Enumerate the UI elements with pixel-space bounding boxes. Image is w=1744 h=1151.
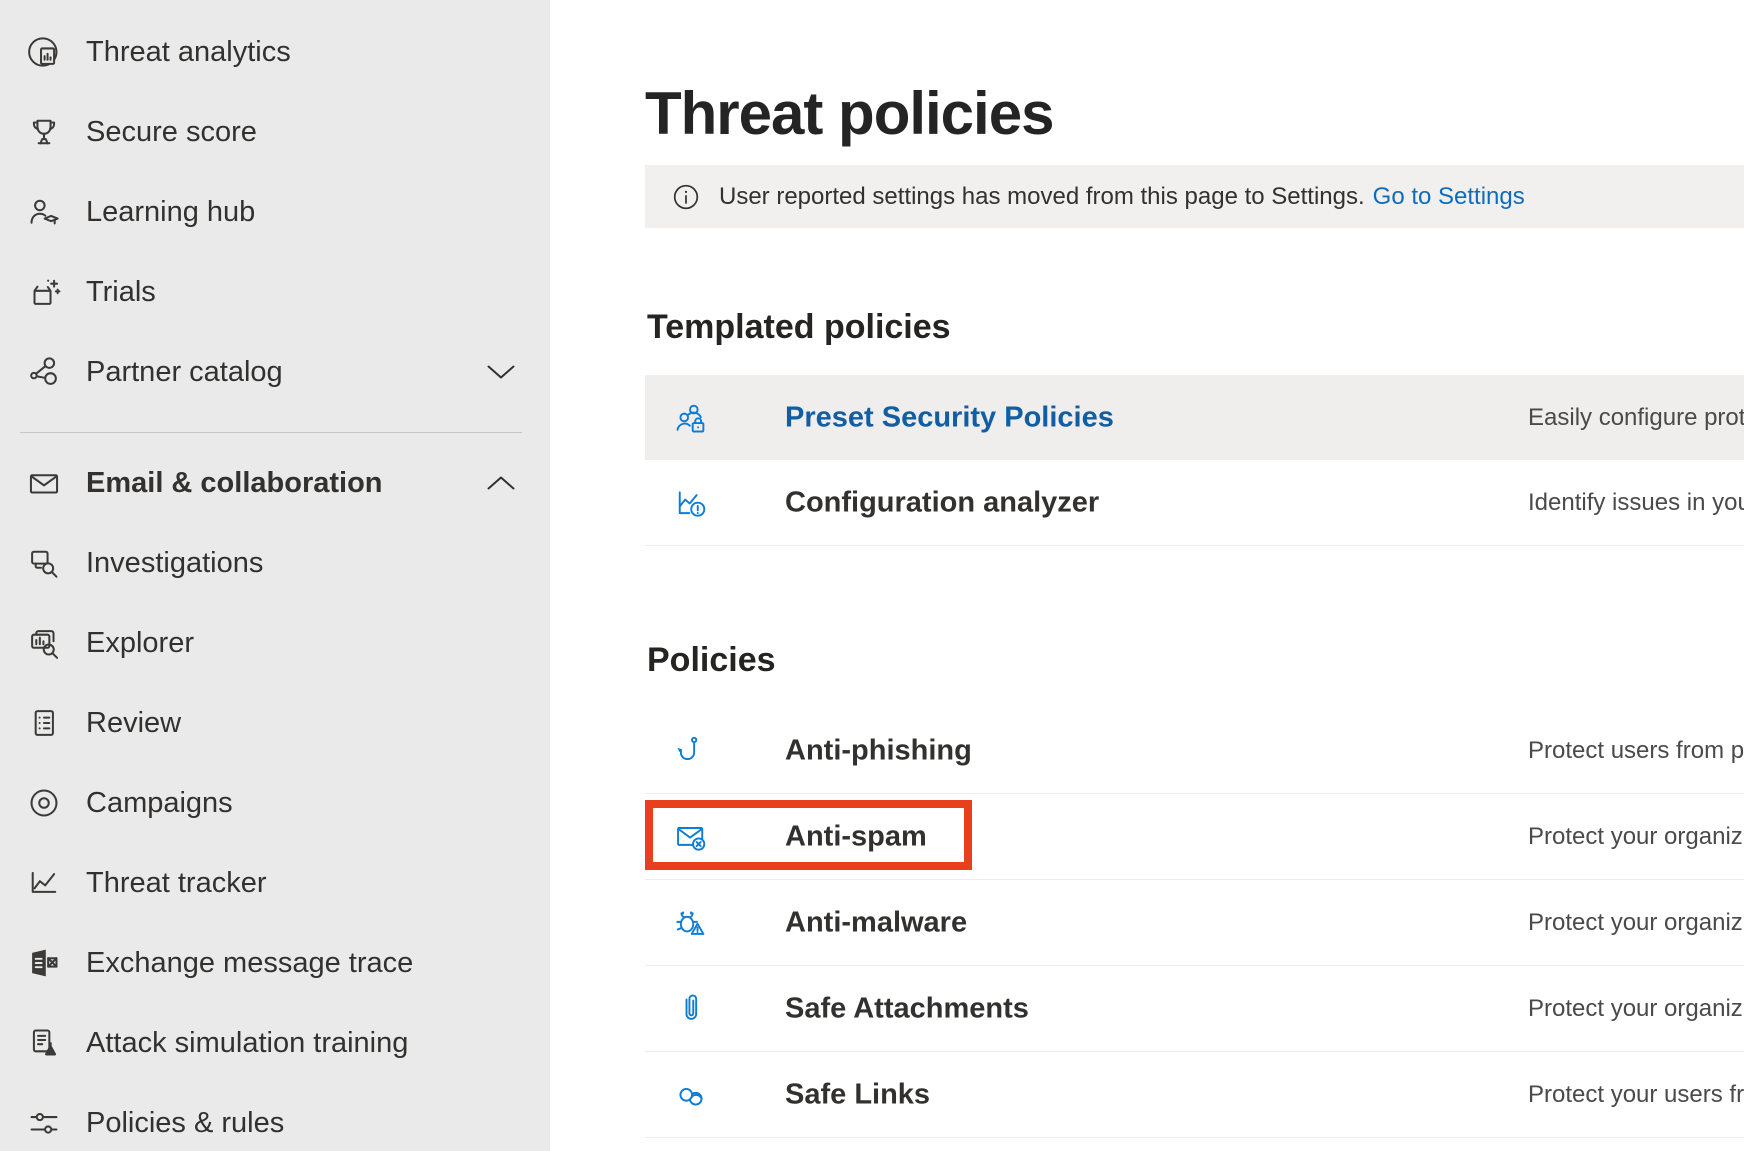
policy-description: Protect your organiz <box>1528 909 1744 937</box>
policy-description: Protect your organiz <box>1528 823 1744 851</box>
banner-message: User reported settings has moved from th… <box>719 183 1365 211</box>
sidebar-item-label: Investigations <box>86 547 263 580</box>
policy-title[interactable]: Preset Security Policies <box>785 401 1114 434</box>
go-to-settings-link[interactable]: Go to Settings <box>1373 183 1525 211</box>
list-item-preset-security-policies[interactable]: Preset Security Policies Easily configur… <box>645 375 1744 460</box>
chevron-up-icon[interactable] <box>486 475 516 491</box>
sidebar: Threat analytics Secure score Learning h… <box>0 0 550 1151</box>
sidebar-item-label: Attack simulation training <box>86 1027 408 1060</box>
policy-description: Protect your organiz <box>1528 995 1744 1023</box>
sidebar-item-attack-simulation-training[interactable]: Attack simulation training <box>0 1003 550 1083</box>
sidebar-item-learning-hub[interactable]: Learning hub <box>0 172 550 252</box>
sidebar-item-trials[interactable]: Trials <box>0 252 550 332</box>
sidebar-item-label: Email & collaboration <box>86 467 383 500</box>
sidebar-item-investigations[interactable]: Investigations <box>0 523 550 603</box>
main-content: Threat policies User reported settings h… <box>550 0 1744 1151</box>
safe-attachments-icon <box>673 991 709 1027</box>
threat-tracker-icon <box>24 863 64 903</box>
sidebar-item-label: Secure score <box>86 116 257 149</box>
sidebar-item-label: Threat tracker <box>86 867 267 900</box>
partner-catalog-icon <box>24 352 64 392</box>
policies-rules-icon <box>24 1103 64 1143</box>
sidebar-item-label: Partner catalog <box>86 356 283 389</box>
policy-title[interactable]: Configuration analyzer <box>785 486 1099 519</box>
learning-hub-icon <box>24 192 64 232</box>
info-icon <box>671 182 701 212</box>
review-icon <box>24 703 64 743</box>
sidebar-item-label: Threat analytics <box>86 36 291 69</box>
sidebar-item-label: Explorer <box>86 627 194 660</box>
exchange-icon <box>24 943 64 983</box>
sidebar-item-threat-analytics[interactable]: Threat analytics <box>0 12 550 92</box>
policy-description: Protect users from p <box>1528 737 1744 765</box>
list-item-configuration-analyzer[interactable]: Configuration analyzer Identify issues i… <box>645 460 1744 546</box>
secure-score-icon <box>24 112 64 152</box>
sidebar-item-label: Trials <box>86 276 156 309</box>
policies-list: Anti-phishing Protect users from p Anti-… <box>645 708 1744 1138</box>
investigations-icon <box>24 543 64 583</box>
attack-simulation-icon <box>24 1023 64 1063</box>
sidebar-item-label: Campaigns <box>86 787 233 820</box>
list-item-anti-malware[interactable]: Anti-malware Protect your organiz <box>645 880 1744 966</box>
sidebar-item-label: Learning hub <box>86 196 255 229</box>
safe-links-icon <box>673 1077 709 1113</box>
policy-title[interactable]: Safe Links <box>785 1078 930 1111</box>
page-title: Threat policies <box>645 76 1053 151</box>
preset-security-policies-icon <box>673 400 709 436</box>
sidebar-item-label: Exchange message trace <box>86 947 413 980</box>
explorer-icon <box>24 623 64 663</box>
templated-policies-list: Preset Security Policies Easily configur… <box>645 375 1744 546</box>
configuration-analyzer-icon <box>673 485 709 521</box>
section-heading-templated-policies: Templated policies <box>647 308 951 347</box>
list-item-anti-phishing[interactable]: Anti-phishing Protect users from p <box>645 708 1744 794</box>
policy-title[interactable]: Anti-malware <box>785 906 967 939</box>
sidebar-divider <box>20 432 522 433</box>
section-heading-policies: Policies <box>647 641 776 680</box>
policy-title[interactable]: Safe Attachments <box>785 992 1029 1025</box>
policy-description: Easily configure prot <box>1528 404 1744 432</box>
sidebar-item-exchange-message-trace[interactable]: Exchange message trace <box>0 923 550 1003</box>
campaigns-icon <box>24 783 64 823</box>
list-item-safe-attachments[interactable]: Safe Attachments Protect your organiz <box>645 966 1744 1052</box>
threat-policies-page: Threat analytics Secure score Learning h… <box>0 0 1744 1151</box>
anti-phishing-icon <box>673 733 709 769</box>
sidebar-item-label: Policies & rules <box>86 1107 284 1140</box>
anti-spam-icon <box>673 819 709 855</box>
list-item-safe-links[interactable]: Safe Links Protect your users fr <box>645 1052 1744 1138</box>
sidebar-item-campaigns[interactable]: Campaigns <box>0 763 550 843</box>
sidebar-item-partner-catalog[interactable]: Partner catalog <box>0 332 550 412</box>
list-item-anti-spam[interactable]: Anti-spam Protect your organiz <box>645 794 1744 880</box>
threat-analytics-icon <box>24 32 64 72</box>
chevron-down-icon[interactable] <box>486 364 516 380</box>
sidebar-item-review[interactable]: Review <box>0 683 550 763</box>
info-banner: User reported settings has moved from th… <box>645 165 1744 228</box>
policy-description: Protect your users fr <box>1528 1081 1744 1109</box>
sidebar-item-label: Review <box>86 707 181 740</box>
trials-icon <box>24 272 64 312</box>
policy-title[interactable]: Anti-phishing <box>785 734 972 767</box>
policy-description: Identify issues in you <box>1528 489 1744 517</box>
sidebar-item-secure-score[interactable]: Secure score <box>0 92 550 172</box>
policy-title[interactable]: Anti-spam <box>785 820 927 853</box>
sidebar-item-explorer[interactable]: Explorer <box>0 603 550 683</box>
anti-malware-icon <box>673 905 709 941</box>
sidebar-item-email-collaboration[interactable]: Email & collaboration <box>0 443 550 523</box>
sidebar-item-policies-rules[interactable]: Policies & rules <box>0 1083 550 1151</box>
email-icon <box>24 463 64 503</box>
sidebar-item-threat-tracker[interactable]: Threat tracker <box>0 843 550 923</box>
